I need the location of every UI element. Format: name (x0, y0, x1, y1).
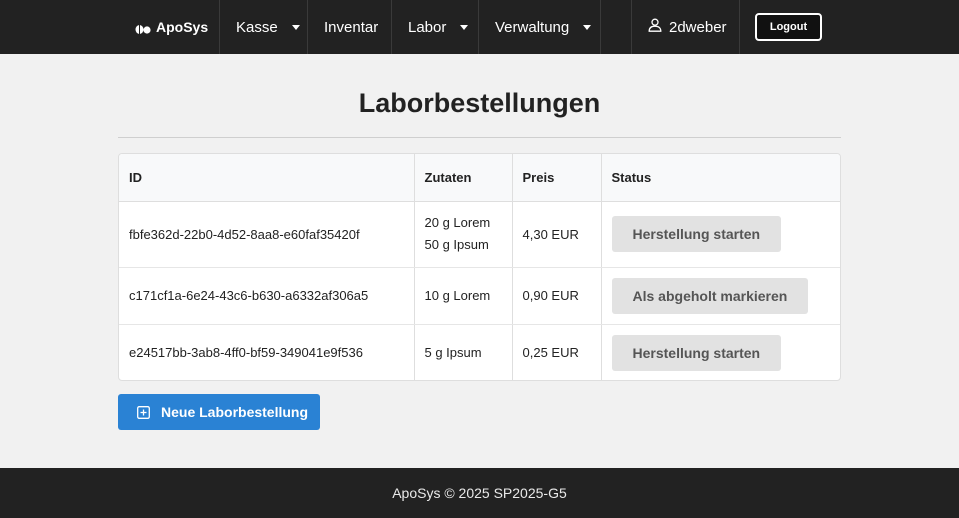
cell-zutaten: 10 g Lorem (413, 267, 512, 325)
table-row: c171cf1a-6e24-43c6-b630-a6332af306a5 10 … (119, 267, 840, 325)
new-lab-order-label: Neue Laborbestellung (161, 404, 309, 420)
page-title: Laborbestellungen (358, 88, 601, 118)
title-divider (118, 137, 841, 138)
table-row: e24517bb-3ab8-4ff0-bf59-349041e9f536 5 g… (119, 324, 840, 380)
caret-down-icon (291, 24, 300, 30)
start-production-button[interactable]: Herstellung starten (611, 334, 782, 371)
username: 2dweber (669, 18, 727, 36)
cell-status: Herstellung starten (600, 201, 840, 268)
navbar: ApoSys Kasse Inventar Labor Verwaltung 2… (0, 0, 959, 54)
cell-id: c171cf1a-6e24-43c6-b630-a6332af306a5 (119, 267, 414, 325)
column-header-id: ID (119, 154, 414, 202)
zutat-item: 50 g Ipsum (424, 237, 489, 252)
nav-divider (600, 0, 631, 54)
cell-id: fbfe362d-22b0-4d52-8aa8-e60faf35420f (119, 201, 414, 268)
column-header-status: Status (600, 154, 840, 202)
cell-preis: 4,30 EUR (511, 201, 601, 268)
plus-square-icon (137, 405, 150, 419)
brand-link[interactable]: ApoSys (118, 0, 219, 54)
footer: ApoSys © 2025 SP2025-G5 (0, 468, 959, 518)
nav-item-inventar[interactable]: Inventar (307, 0, 391, 54)
table-row: fbfe362d-22b0-4d52-8aa8-e60faf35420f 20 … (119, 201, 840, 268)
cell-id: e24517bb-3ab8-4ff0-bf59-349041e9f536 (129, 345, 363, 361)
cell-status: Als abgeholt markieren (600, 267, 840, 325)
nav-labor-label: Labor (408, 18, 447, 36)
zutat-item: 10 g Lorem (424, 287, 491, 303)
nav-item-verwaltung[interactable]: Verwaltung (478, 0, 600, 54)
nav-kasse-label: Kasse (236, 18, 278, 36)
caret-down-icon (460, 24, 469, 30)
nav-item-labor[interactable]: Labor (391, 0, 478, 54)
footer-text: ApoSys © 2025 SP2025-G5 (392, 485, 567, 501)
nav-item-kasse[interactable]: Kasse (219, 0, 307, 54)
logout-button[interactable]: Logout (755, 13, 822, 41)
table-header-row: ID Zutaten Preis Status (119, 154, 840, 202)
nav-user-menu[interactable]: 2dweber (631, 0, 740, 54)
cell-preis: 0,90 EUR (511, 267, 601, 325)
cell-zutaten: 20 g Lorem 50 g Ipsum (413, 201, 512, 268)
nav-verwaltung-label: Verwaltung (495, 18, 570, 36)
mark-picked-up-button[interactable]: Als abgeholt markieren (611, 277, 809, 314)
caret-down-icon (583, 24, 592, 30)
cell-zutaten: 5 g Ipsum (413, 324, 512, 380)
nav-inventar-label: Inventar (324, 18, 379, 36)
user-icon (648, 18, 662, 36)
pills-icon (135, 22, 151, 34)
orders-table: ID Zutaten Preis Status fbfe362d-22b0-4d… (119, 154, 840, 380)
orders-table-container: ID Zutaten Preis Status fbfe362d-22b0-4d… (118, 153, 841, 381)
zutat-item: 5 g Ipsum (424, 344, 482, 360)
column-header-preis: Preis (511, 154, 601, 202)
cell-preis: 0,25 EUR (511, 324, 601, 380)
zutat-item: 20 g Lorem (424, 215, 491, 230)
column-header-zutaten: Zutaten (413, 154, 512, 202)
new-lab-order-button[interactable]: Neue Laborbestellung (118, 394, 320, 430)
cell-status: Herstellung starten (600, 324, 840, 380)
start-production-button[interactable]: Herstellung starten (611, 216, 782, 252)
brand-name: ApoSys (156, 19, 209, 35)
